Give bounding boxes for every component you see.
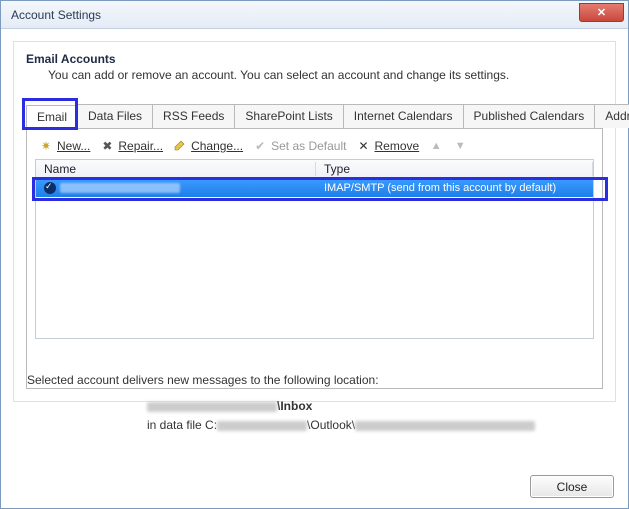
repair-label: Repair... <box>118 139 163 153</box>
tab-label: Internet Calendars <box>354 109 453 123</box>
column-name[interactable]: Name <box>36 162 316 176</box>
set-default-label: Set as Default <box>271 139 346 153</box>
list-header: Name Type <box>35 159 594 179</box>
remove-label: Remove <box>374 139 419 153</box>
titlebar: Account Settings ✕ <box>1 1 628 29</box>
default-account-icon <box>44 182 56 194</box>
remove-button[interactable]: ✕ Remove <box>356 139 419 153</box>
tab-label: Data Files <box>88 109 142 123</box>
new-label: New... <box>57 139 90 153</box>
window-title: Account Settings <box>11 8 101 22</box>
tab-published-calendars[interactable]: Published Calendars <box>463 104 596 128</box>
move-down-button[interactable]: ▼ <box>453 139 467 153</box>
datafile-mid: \Outlook\ <box>307 418 355 432</box>
delivery-info: Selected account delivers new messages t… <box>27 373 602 435</box>
repair-button[interactable]: ✖ Repair... <box>100 139 163 153</box>
delivery-location-lines: \Inbox in data file C: \Outlook\ <box>147 397 602 435</box>
tab-label: Address Books <box>605 109 629 123</box>
arrow-down-icon: ▼ <box>453 139 467 153</box>
tab-label: RSS Feeds <box>163 109 224 123</box>
close-button[interactable]: Close <box>530 475 614 498</box>
obscured-path-2 <box>355 421 535 431</box>
arrow-up-icon: ▲ <box>429 139 443 153</box>
tabstrip: Email Data Files RSS Feeds SharePoint Li… <box>26 104 603 129</box>
move-up-button[interactable]: ▲ <box>429 139 443 153</box>
check-icon: ✔ <box>253 139 267 153</box>
tab-label: Published Calendars <box>474 109 585 123</box>
content-panel: Email Accounts You can add or remove an … <box>13 41 616 402</box>
repair-icon: ✖ <box>100 139 114 153</box>
tab-sharepoint-lists[interactable]: SharePoint Lists <box>234 104 343 128</box>
column-type[interactable]: Type <box>316 162 593 176</box>
account-type-cell: IMAP/SMTP (send from this account by def… <box>316 182 593 194</box>
tab-label: SharePoint Lists <box>245 109 332 123</box>
toolbar: ✷ New... ✖ Repair... Change... ✔ <box>35 137 594 159</box>
account-name-obscured <box>60 183 180 193</box>
datafile-prefix: in data file C: <box>147 418 217 432</box>
tab-data-files[interactable]: Data Files <box>77 104 153 128</box>
account-name-cell <box>36 182 316 194</box>
close-label: Close <box>557 480 588 494</box>
account-settings-window: Account Settings ✕ Email Accounts You ca… <box>0 0 629 509</box>
close-icon: ✕ <box>597 6 606 19</box>
remove-icon: ✕ <box>356 139 370 153</box>
change-icon <box>173 139 187 153</box>
window-close-button[interactable]: ✕ <box>579 3 624 22</box>
accounts-list: IMAP/SMTP (send from this account by def… <box>35 179 594 339</box>
tab-content: ✷ New... ✖ Repair... Change... ✔ <box>26 129 603 389</box>
tabs-container: Email Data Files RSS Feeds SharePoint Li… <box>26 104 603 389</box>
set-default-button[interactable]: ✔ Set as Default <box>253 139 346 153</box>
change-label: Change... <box>191 139 243 153</box>
tab-address-books[interactable]: Address Books <box>594 104 629 128</box>
new-icon: ✷ <box>39 139 53 153</box>
dialog-buttons: Close <box>530 475 614 498</box>
account-row[interactable]: IMAP/SMTP (send from this account by def… <box>36 179 593 197</box>
tab-internet-calendars[interactable]: Internet Calendars <box>343 104 464 128</box>
inbox-suffix: \Inbox <box>277 399 312 413</box>
tab-label: Email <box>37 110 67 124</box>
panel-heading: Email Accounts <box>26 52 603 66</box>
obscured-path-1 <box>217 421 307 431</box>
delivery-datafile-line: in data file C: \Outlook\ <box>147 416 602 435</box>
panel-description: You can add or remove an account. You ca… <box>48 68 603 82</box>
delivery-intro: Selected account delivers new messages t… <box>27 373 602 387</box>
tab-email[interactable]: Email <box>26 105 78 129</box>
tab-rss-feeds[interactable]: RSS Feeds <box>152 104 235 128</box>
obscured-account <box>147 402 277 412</box>
change-button[interactable]: Change... <box>173 139 243 153</box>
delivery-folder-line: \Inbox <box>147 397 602 416</box>
new-button[interactable]: ✷ New... <box>39 139 90 153</box>
